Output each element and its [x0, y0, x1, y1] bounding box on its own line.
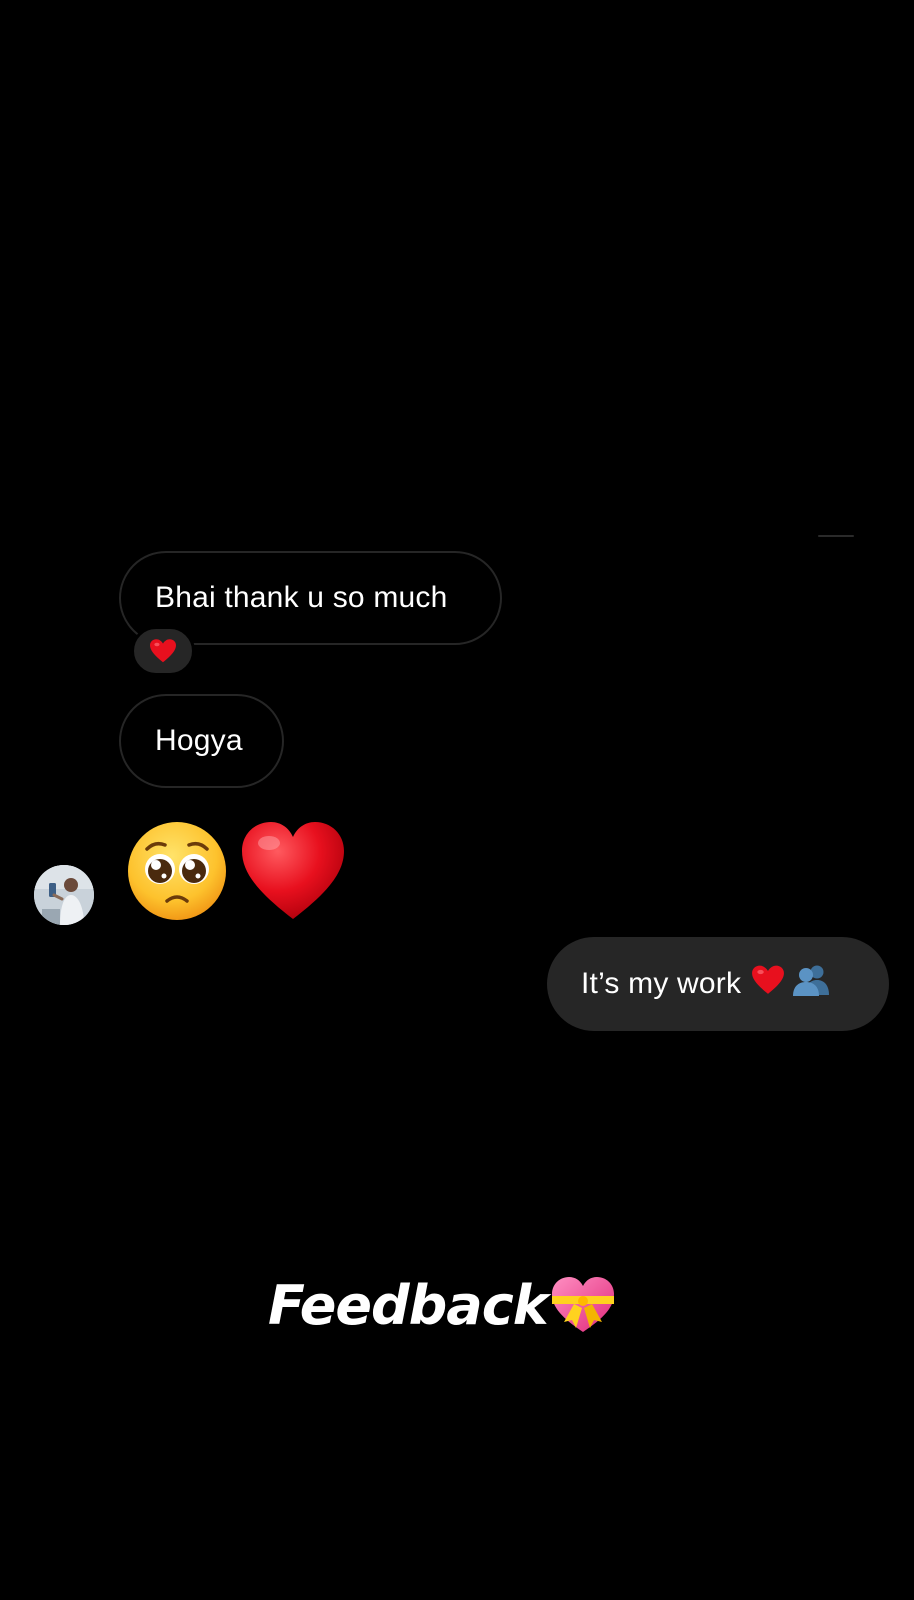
- red-heart-icon: [751, 964, 785, 1004]
- typing-divider: [818, 535, 854, 537]
- busts-in-silhouette-icon: [791, 963, 831, 1005]
- red-heart-icon: [242, 821, 344, 919]
- avatar-image: [34, 865, 94, 925]
- message-bubble-received[interactable]: Hogya: [119, 694, 284, 788]
- caption-text: Feedback: [268, 1273, 549, 1337]
- message-reaction[interactable]: [131, 626, 195, 676]
- message-bubble-sent[interactable]: It’s my work: [547, 937, 889, 1031]
- contact-avatar[interactable]: [34, 865, 94, 925]
- feedback-caption: Feedback: [268, 1270, 616, 1340]
- message-text: It’s my work: [581, 967, 742, 1000]
- heart-with-ribbon-icon: [551, 1277, 614, 1332]
- message-text: Bhai thank u so much: [155, 581, 448, 614]
- red-heart-icon: [150, 639, 176, 663]
- message-text: Hogya: [155, 724, 243, 757]
- pleading-face-icon: [128, 821, 226, 920]
- emoji-message[interactable]: [125, 818, 347, 923]
